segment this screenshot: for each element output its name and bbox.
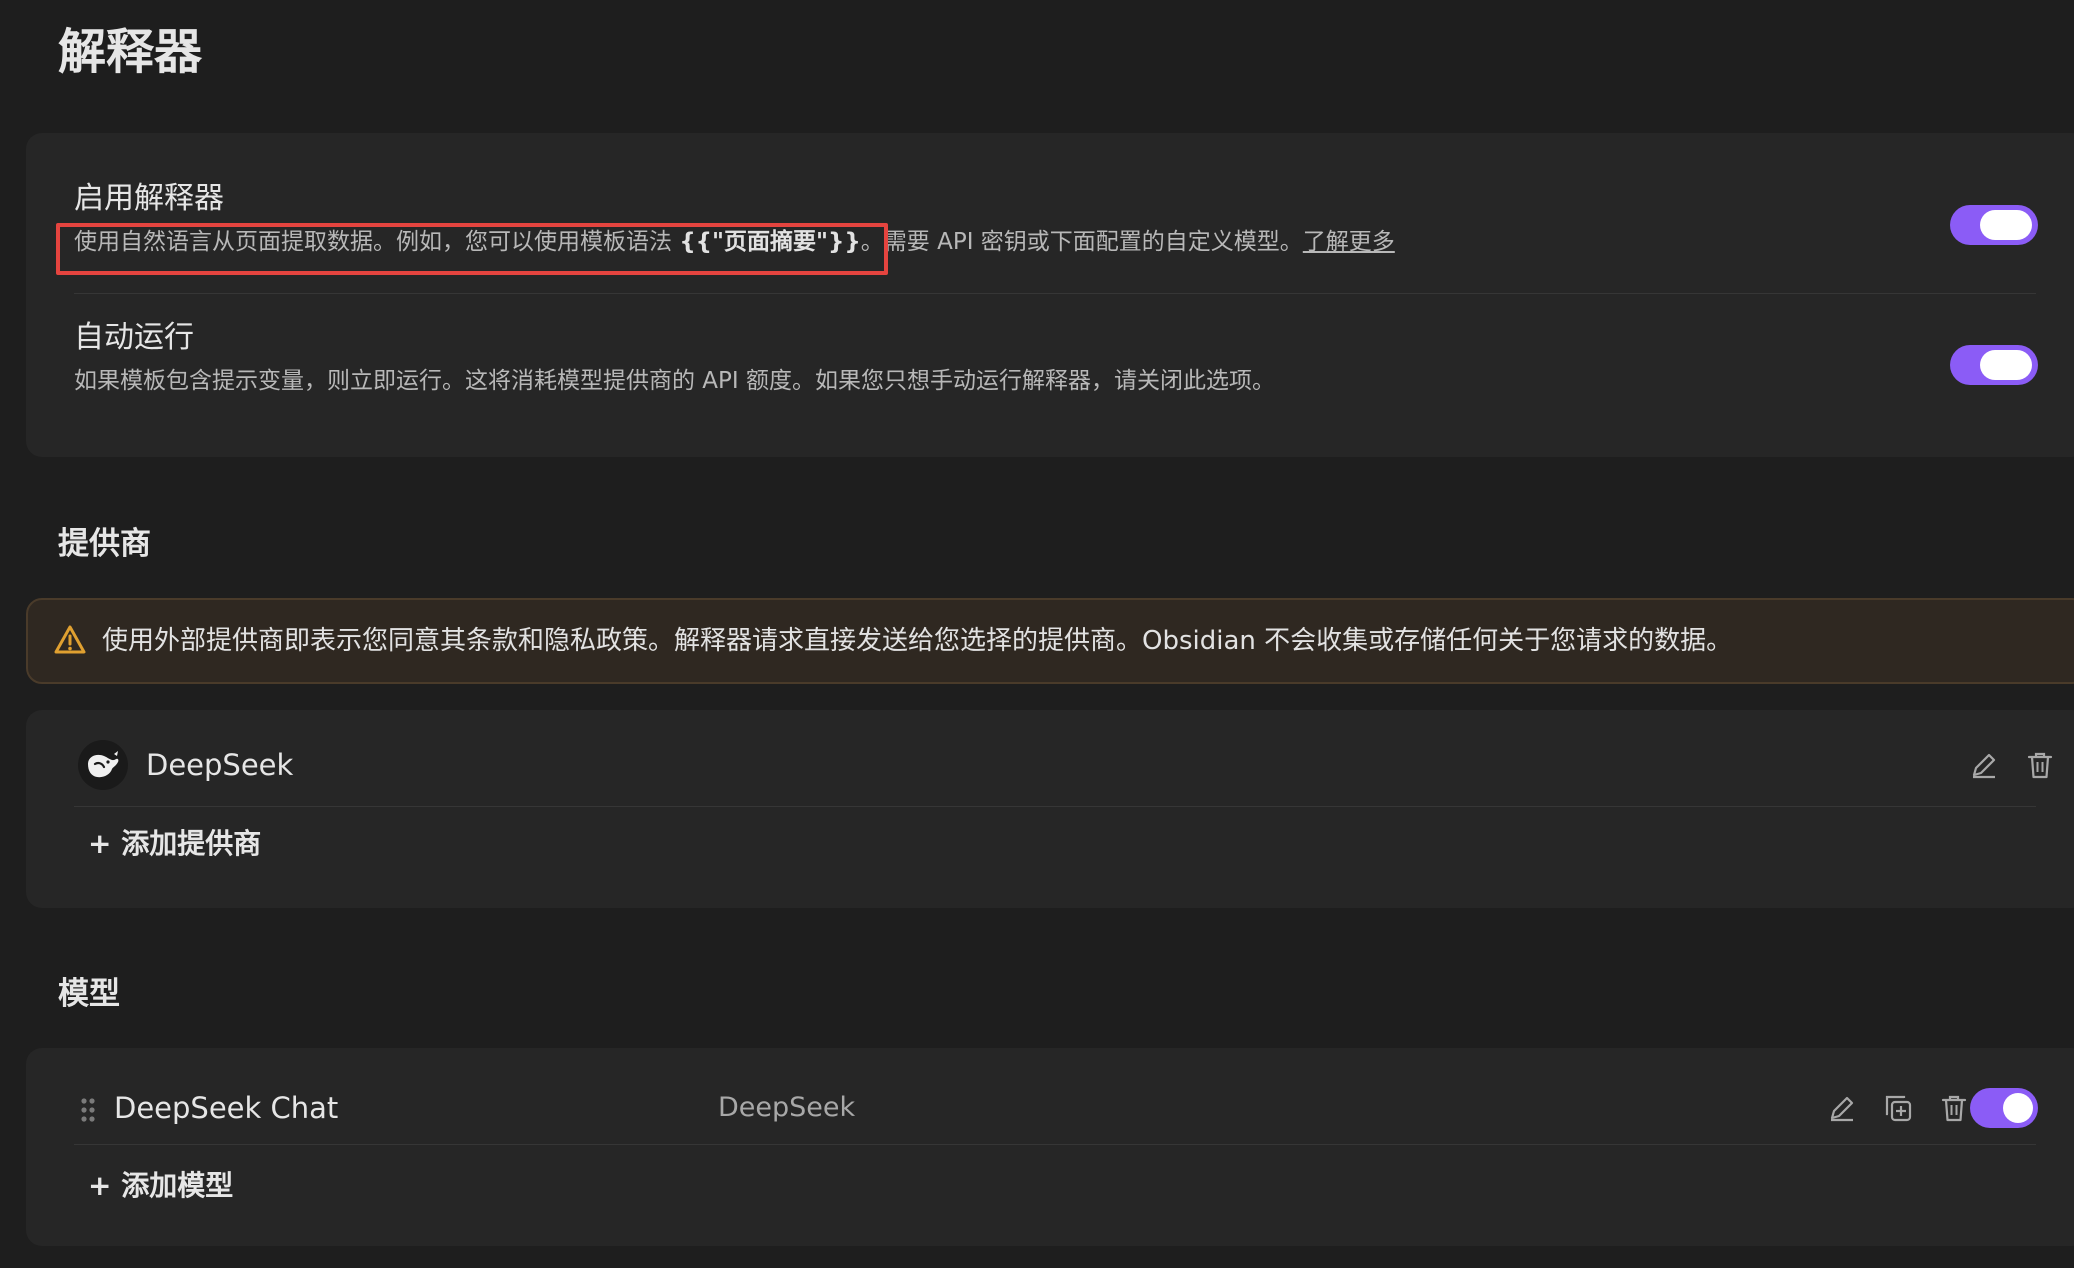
toggle-knob bbox=[2003, 1093, 2033, 1123]
setting-enable-name: 启用解释器 bbox=[74, 181, 224, 216]
toggle-knob bbox=[1980, 350, 2032, 380]
add-model-button[interactable]: + 添加模型 bbox=[88, 1166, 233, 1206]
copy-icon bbox=[1885, 1095, 1912, 1122]
warning-text: 使用外部提供商即表示您同意其条款和隐私政策。解释器请求直接发送给您选择的提供商。… bbox=[102, 626, 1733, 656]
setting-auto-run-name: 自动运行 bbox=[74, 320, 194, 355]
highlight-annotation bbox=[56, 223, 888, 275]
enable-interpreter-toggle[interactable] bbox=[1950, 205, 2038, 245]
model-provider: DeepSeek bbox=[718, 1092, 856, 1123]
model-enabled-toggle[interactable] bbox=[1970, 1088, 2038, 1128]
toggle-knob bbox=[1980, 210, 2032, 240]
providers-card: DeepSeek + 添加提供商 bbox=[26, 710, 2074, 908]
models-card: DeepSeek Chat DeepSeek + 添加模型 bbox=[26, 1048, 2074, 1246]
models-section-title: 模型 bbox=[58, 976, 120, 1012]
learn-more-link[interactable]: 了解更多 bbox=[1303, 229, 1395, 255]
provider-name: DeepSeek bbox=[146, 748, 294, 782]
providers-section-title: 提供商 bbox=[58, 526, 151, 562]
duplicate-model-button[interactable] bbox=[1880, 1090, 1916, 1126]
delete-provider-button[interactable] bbox=[2022, 747, 2058, 783]
trash-icon bbox=[2027, 752, 2053, 779]
delete-model-button[interactable] bbox=[1936, 1090, 1972, 1126]
provider-warning: 使用外部提供商即表示您同意其条款和隐私政策。解释器请求直接发送给您选择的提供商。… bbox=[26, 598, 2074, 684]
page-title: 解释器 bbox=[58, 24, 203, 80]
drag-handle-icon[interactable] bbox=[78, 1096, 98, 1124]
pencil-icon bbox=[1972, 753, 1996, 779]
divider bbox=[74, 1144, 2036, 1145]
edit-model-button[interactable] bbox=[1824, 1090, 1860, 1126]
add-provider-button[interactable]: + 添加提供商 bbox=[88, 824, 261, 864]
divider bbox=[74, 806, 2036, 807]
interpreter-settings-card: 启用解释器 使用自然语言从页面提取数据。例如，您可以使用模板语法 {{"页面摘要… bbox=[26, 133, 2074, 457]
warning-icon bbox=[54, 625, 86, 654]
edit-provider-button[interactable] bbox=[1966, 747, 2002, 783]
trash-icon bbox=[1941, 1095, 1967, 1122]
divider bbox=[74, 293, 2036, 294]
model-name: DeepSeek Chat bbox=[114, 1091, 339, 1125]
deepseek-whale-icon bbox=[78, 740, 128, 790]
pencil-icon bbox=[1830, 1096, 1854, 1122]
setting-auto-run: 自动运行 如果模板包含提示变量，则立即运行。这将消耗模型提供商的 API 额度。… bbox=[74, 318, 2024, 398]
auto-run-toggle[interactable] bbox=[1950, 345, 2038, 385]
setting-enable-desc-after: 。需要 API 密钥或下面配置的自定义模型。 bbox=[860, 229, 1303, 255]
setting-auto-run-desc: 如果模板包含提示变量，则立即运行。这将消耗模型提供商的 API 额度。如果您只想… bbox=[74, 368, 1276, 394]
